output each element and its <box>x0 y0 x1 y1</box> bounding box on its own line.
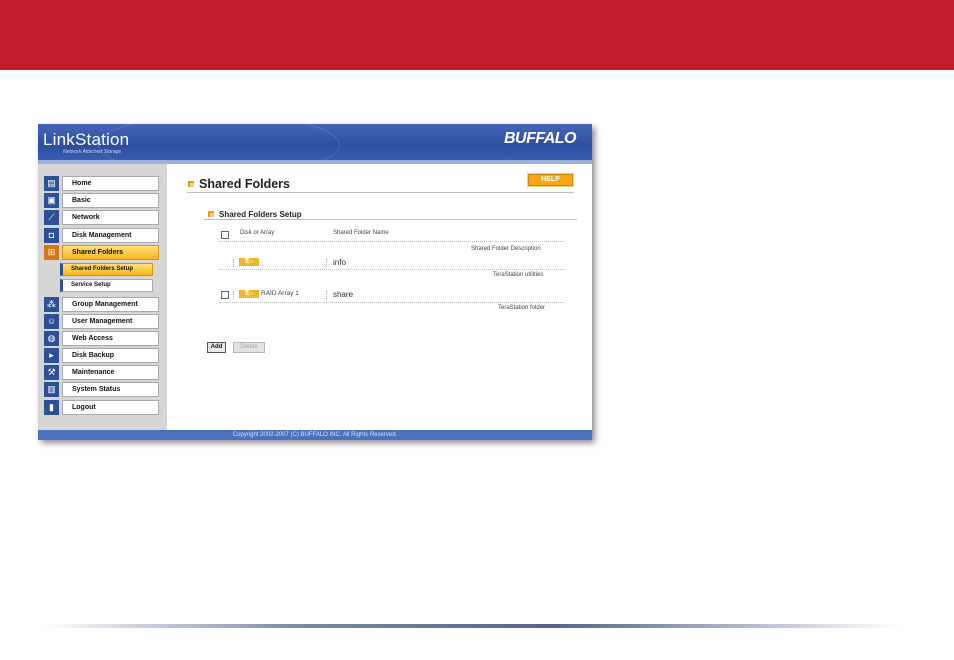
select-all-checkbox[interactable] <box>221 231 229 239</box>
system-status-icon: ▥ <box>44 382 59 397</box>
sidebar-subitem-service-setup[interactable]: Service Setup <box>60 279 153 292</box>
sidebar-item-system-status[interactable]: ▥ System Status <box>44 382 159 397</box>
sidebar-item-label: Shared Folders <box>62 245 159 260</box>
column-header-description: Shared Folder Description <box>471 246 541 252</box>
add-button[interactable]: Add <box>207 342 226 353</box>
network-icon: ⟋ <box>44 210 59 225</box>
folder-description: TeraStation folder <box>498 305 546 311</box>
buffalo-logo: BUFFALO <box>503 130 577 147</box>
sidebar-item-web-access[interactable]: ◍ Web Access <box>44 331 159 346</box>
row-separator <box>326 259 327 267</box>
row-divider <box>219 302 565 303</box>
help-button[interactable]: HELP <box>527 173 574 187</box>
title-divider <box>187 192 574 193</box>
row-separator <box>326 291 327 299</box>
basic-icon: ▣ <box>44 193 59 208</box>
folder-name-link[interactable]: share <box>333 290 353 299</box>
sidebar-item-label: Disk Backup <box>62 348 159 363</box>
sidebar-item-shared-folders[interactable]: ⊞ Shared Folders <box>44 245 159 260</box>
backup-icon: ▸ <box>44 348 59 363</box>
row-separator <box>233 291 234 299</box>
sidebar-subitem-shared-folders-setup[interactable]: Shared Folders Setup <box>60 263 153 276</box>
sidebar-item-network[interactable]: ⟋ Network <box>44 210 159 225</box>
slide-header-bar <box>0 0 954 70</box>
sidebar-item-maintenance[interactable]: ⚒ Maintenance <box>44 365 159 380</box>
folder-attribute-icon: ⚿ › <box>239 290 259 298</box>
group-icon: ⁂ <box>44 297 59 312</box>
brand-name: LinkStation <box>43 130 130 149</box>
folder-name-link[interactable]: info <box>333 258 346 267</box>
logout-icon: ▮ <box>44 400 59 415</box>
folder-attribute-icon: ⚿ › <box>239 258 259 266</box>
sidebar-item-label: Disk Management <box>62 228 159 243</box>
header-divider <box>219 241 565 242</box>
sidebar-item-group-management[interactable]: ⁂ Group Management <box>44 297 159 312</box>
brand-subtitle: Network Attached Storage <box>63 149 122 155</box>
delete-button[interactable]: Delete <box>233 342 265 353</box>
sidebar-item-label: User Management <box>62 314 159 329</box>
folder-description: TeraStation utilities <box>493 272 544 278</box>
sidebar-item-home[interactable]: ▤ Home <box>44 176 159 191</box>
disk-array-label: RAID Array 1 <box>261 290 299 297</box>
user-icon: ☺ <box>44 314 59 329</box>
row-checkbox[interactable] <box>221 291 229 299</box>
sidebar-item-label: Group Management <box>62 297 159 312</box>
page-title: Shared Folders <box>199 177 290 191</box>
sidebar-item-disk-backup[interactable]: ▸ Disk Backup <box>44 348 159 363</box>
sidebar-item-label: System Status <box>62 382 159 397</box>
maintenance-icon: ⚒ <box>44 365 59 380</box>
home-icon: ▤ <box>44 176 59 191</box>
disk-icon: ◘ <box>44 228 59 243</box>
sidebar-item-label: Basic <box>62 193 159 208</box>
footer-copyright: Copyright 2002-2007 (C) BUFFALO INC. All… <box>38 430 592 440</box>
app-header: LinkStation Network Attached Storage BUF… <box>38 124 592 176</box>
row-divider <box>219 269 565 270</box>
section-bullet-icon <box>208 211 214 217</box>
sidebar-item-label: Network <box>62 210 159 225</box>
sidebar-item-disk-management[interactable]: ◘ Disk Management <box>44 228 159 243</box>
sidebar-item-label: Maintenance <box>62 365 159 380</box>
section-divider <box>204 219 577 220</box>
slide-bottom-rule <box>40 624 900 628</box>
column-header-disk: Disk or Array <box>240 230 275 236</box>
sidebar-item-basic[interactable]: ▣ Basic <box>44 193 159 208</box>
column-header-name: Shared Folder Name <box>333 230 389 236</box>
sidebar-item-label: Web Access <box>62 331 159 346</box>
sidebar-item-label: Home <box>62 176 159 191</box>
web-access-icon: ◍ <box>44 331 59 346</box>
linkstation-web-ui: LinkStation Network Attached Storage BUF… <box>38 124 592 440</box>
sidebar-item-logout[interactable]: ▮ Logout <box>44 400 159 415</box>
section-title: Shared Folders Setup <box>219 210 302 219</box>
title-bullet-icon <box>188 181 194 187</box>
sidebar-item-user-management[interactable]: ☺ User Management <box>44 314 159 329</box>
row-separator <box>233 259 234 267</box>
sidebar-item-label: Logout <box>62 400 159 415</box>
shared-folders-icon: ⊞ <box>44 245 59 260</box>
